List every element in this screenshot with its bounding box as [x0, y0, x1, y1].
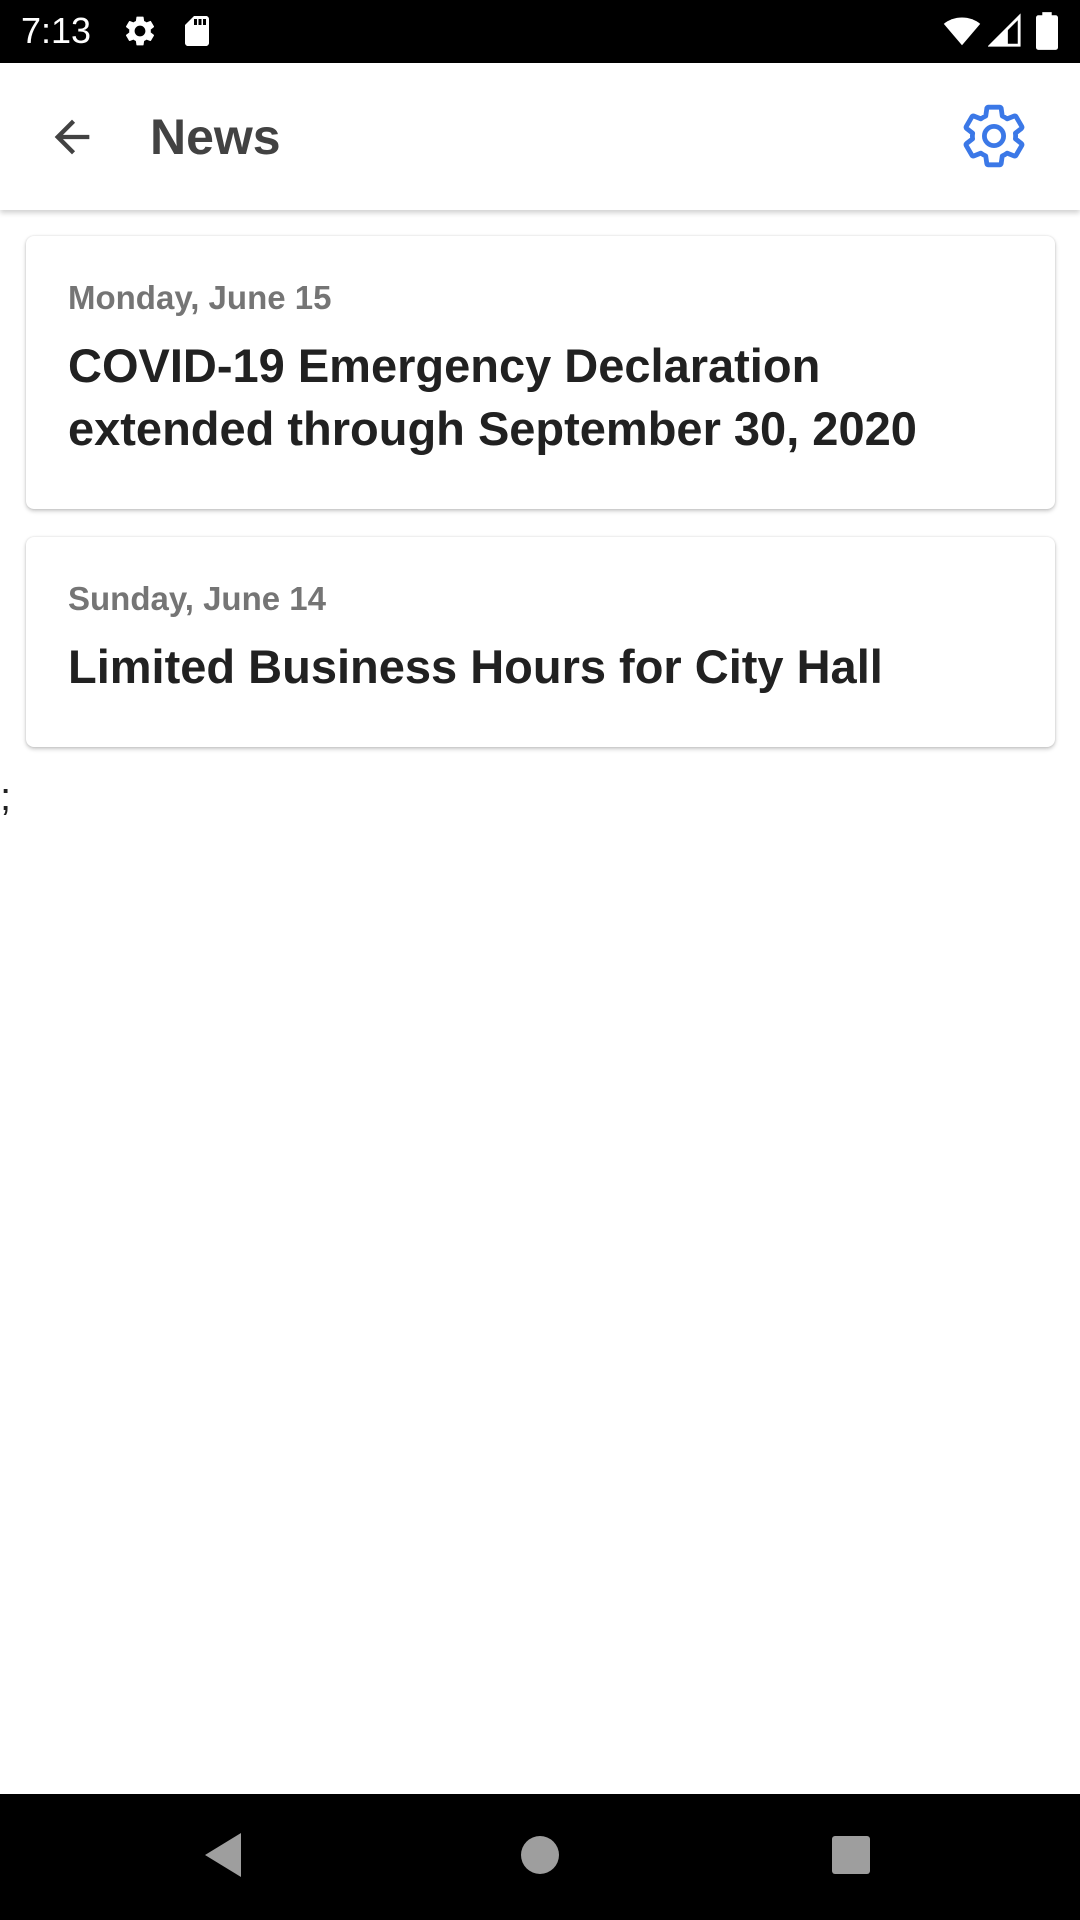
wifi-icon — [942, 12, 982, 50]
home-circle-icon — [519, 1834, 561, 1881]
settings-button[interactable] — [952, 96, 1036, 180]
news-date: Monday, June 15 — [68, 279, 332, 316]
page-title: News — [150, 109, 281, 165]
arrow-back-icon — [46, 111, 98, 168]
gear-icon — [958, 100, 1030, 177]
sd-card-icon — [182, 12, 212, 50]
news-card[interactable]: Sunday, June 14 Limited Business Hours f… — [26, 537, 1055, 747]
cell-signal-icon — [987, 12, 1022, 50]
nav-home-button[interactable] — [507, 1824, 573, 1890]
nav-recents-button[interactable] — [818, 1824, 884, 1890]
back-triangle-icon — [201, 1831, 245, 1884]
news-title: COVID-19 Emergency Declaration extended … — [68, 339, 917, 455]
recents-square-icon — [830, 1834, 872, 1881]
news-card[interactable]: Monday, June 15 COVID-19 Emergency Decla… — [26, 236, 1055, 509]
screen: 7:13 News Monday, June 15 COVID-19 Emerg… — [0, 0, 1080, 1920]
settings-gear-icon — [122, 12, 158, 50]
news-title: Limited Business Hours for City Hall — [68, 640, 883, 693]
battery-icon — [1036, 12, 1058, 50]
news-date: Sunday, June 14 — [68, 580, 326, 617]
status-time: 7:13 — [21, 10, 92, 51]
status-bar: 7:13 — [0, 0, 1080, 63]
back-button[interactable] — [34, 101, 110, 177]
nav-back-button[interactable] — [190, 1824, 256, 1890]
navigation-bar — [0, 1794, 1080, 1920]
stray-text: ; — [0, 775, 12, 819]
app-bar: News — [0, 63, 1080, 210]
